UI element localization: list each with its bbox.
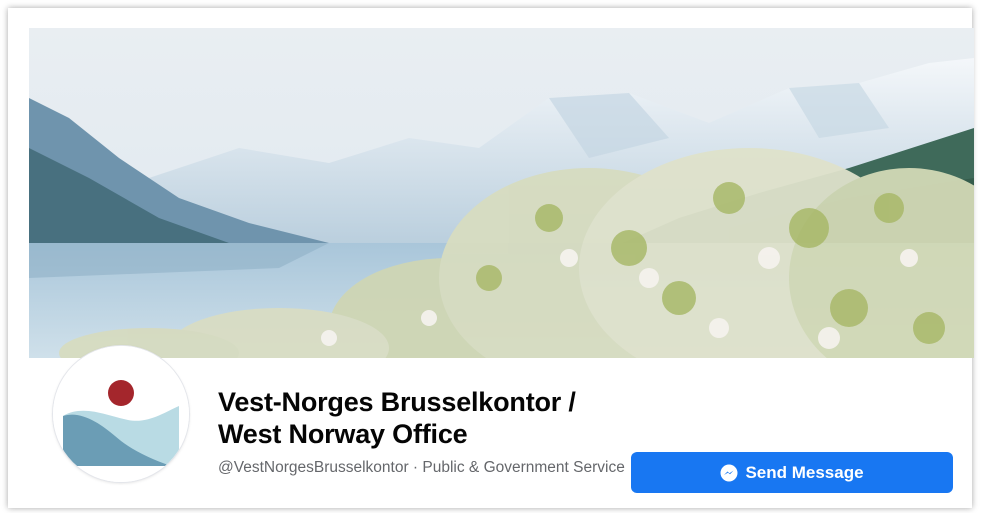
cover-photo[interactable] <box>29 28 974 358</box>
profile-picture[interactable] <box>53 346 189 482</box>
send-message-label: Send Message <box>745 462 864 482</box>
page-title: Vest-Norges Brusselkontor / West Norway … <box>218 387 576 449</box>
cover-landscape-image <box>29 28 974 358</box>
messenger-icon <box>720 464 738 482</box>
send-message-button[interactable]: Send Message <box>631 452 953 493</box>
page-handle-category: @VestNorgesBrusselkontor · Public & Gove… <box>218 459 625 476</box>
logo-icon <box>53 346 189 482</box>
